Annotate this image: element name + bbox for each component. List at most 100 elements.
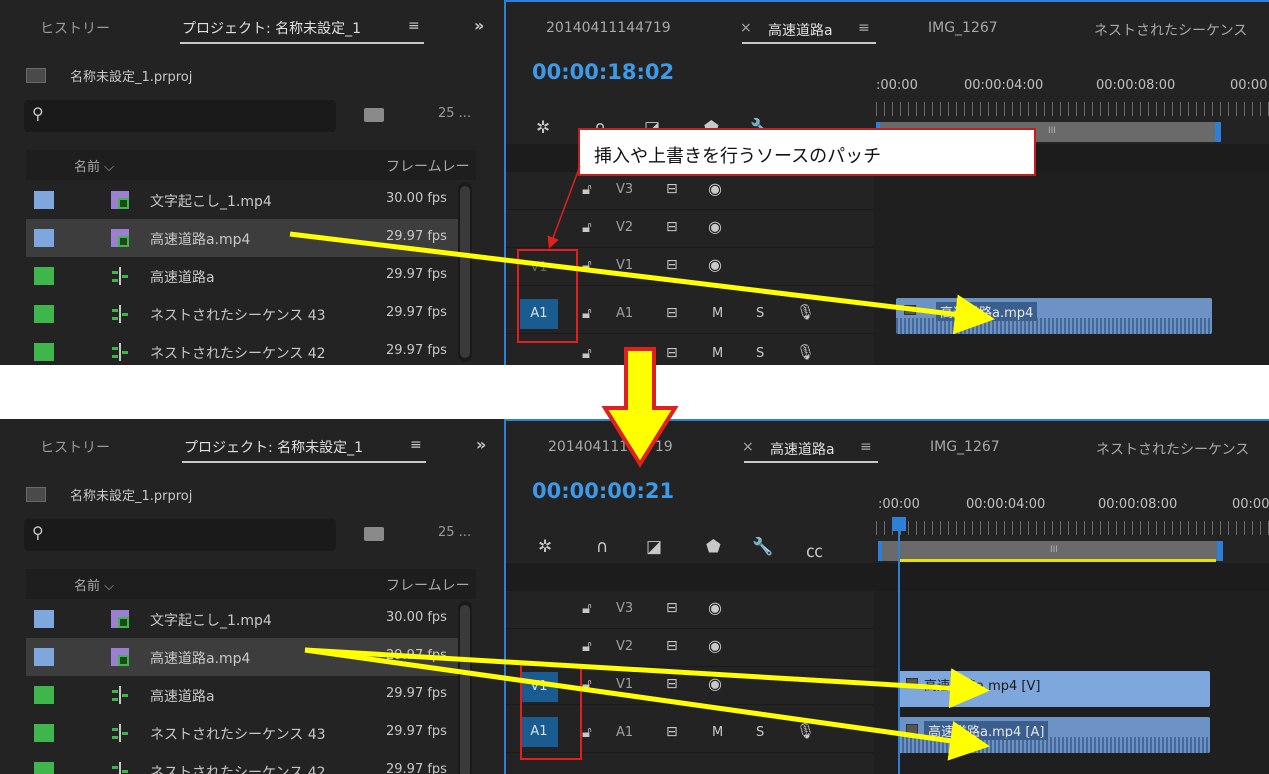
solo-button[interactable]: S xyxy=(756,346,764,361)
mute-button[interactable]: M xyxy=(712,306,723,321)
sync-lock-icon[interactable]: ⊟ xyxy=(666,345,678,361)
list-item[interactable]: 高速道路a 29.97 fps xyxy=(26,676,458,714)
column-name[interactable]: 名前 ⌵ xyxy=(74,575,114,594)
solo-button[interactable]: S xyxy=(756,306,764,321)
nest-icon[interactable]: ✲ xyxy=(536,118,550,138)
eye-icon[interactable]: ◉ xyxy=(708,674,722,693)
time-ruler[interactable] xyxy=(876,521,1269,535)
tab-menu-icon[interactable]: ≡ xyxy=(860,439,872,455)
audio-clip[interactable]: 高速道路a.mp4 xyxy=(896,298,1212,334)
sync-lock-icon[interactable]: ⊟ xyxy=(666,600,678,616)
lock-icon[interactable]: 🔓︎ xyxy=(582,675,592,693)
column-name[interactable]: 名前 ⌵ xyxy=(74,156,114,175)
eye-icon[interactable]: ◉ xyxy=(708,179,722,198)
track-name[interactable]: V3 xyxy=(616,601,633,616)
list-item[interactable]: 高速道路a.mp4 29.97 fps xyxy=(26,219,458,257)
scroll-thumb[interactable] xyxy=(460,605,470,774)
tab-sequence-3[interactable]: IMG_1267 xyxy=(930,439,1000,455)
column-framerate[interactable]: フレームレー xyxy=(386,575,470,595)
list-item[interactable]: 文字起こし_1.mp4 30.00 fps xyxy=(26,181,458,219)
video-clip[interactable]: 高速道路a.mp4 [V] xyxy=(898,671,1210,707)
snap-icon[interactable]: ∩ xyxy=(596,537,608,557)
work-area-grip[interactable]: III xyxy=(1050,545,1058,555)
new-bin-icon[interactable] xyxy=(364,527,384,541)
column-framerate[interactable]: フレームレー xyxy=(386,156,470,176)
track-name[interactable]: A1 xyxy=(616,725,633,740)
list-item[interactable]: ネストされたシーケンス 43 29.97 fps xyxy=(26,295,458,333)
list-item[interactable]: ネストされたシーケンス 42 29.97 fps xyxy=(26,752,458,774)
search-input[interactable]: ⚲ xyxy=(24,100,336,132)
list-item[interactable]: ネストされたシーケンス 42 29.97 fps xyxy=(26,333,458,365)
tab-menu-icon[interactable]: ≡ xyxy=(858,20,870,36)
track-area[interactable]: 高速道路a.mp4 xyxy=(874,172,1269,365)
list-item[interactable]: 高速道路a 29.97 fps xyxy=(26,257,458,295)
track-area[interactable]: 高速道路a.mp4 [V] 高速道路a.mp4 [A] xyxy=(874,591,1269,774)
panel-menu-icon[interactable]: ≡ xyxy=(408,18,420,34)
tab-history[interactable]: ヒストリー xyxy=(40,18,110,38)
scroll-thumb[interactable] xyxy=(460,186,470,358)
scrollbar[interactable] xyxy=(458,182,472,362)
more-panels-icon[interactable]: » xyxy=(476,435,486,454)
tab-sequence-1[interactable]: 20140411144719 xyxy=(546,20,671,36)
timecode[interactable]: 00:00:00:21 xyxy=(532,479,674,503)
close-tab-icon[interactable]: × xyxy=(740,20,752,36)
tab-sequence-2[interactable]: 高速道路a xyxy=(768,20,833,40)
mic-icon[interactable]: 🎙︎ xyxy=(796,722,815,740)
panel-menu-icon[interactable]: ≡ xyxy=(410,437,422,453)
wrench-icon[interactable]: 🔧 xyxy=(752,537,773,557)
more-panels-icon[interactable]: » xyxy=(474,16,484,35)
eye-icon[interactable]: ◉ xyxy=(708,255,722,274)
mute-button[interactable]: M xyxy=(712,346,723,361)
eye-icon[interactable]: ◉ xyxy=(708,636,722,655)
time-ruler[interactable] xyxy=(876,102,1269,116)
list-item[interactable]: 文字起こし_1.mp4 30.00 fps xyxy=(26,600,458,638)
close-tab-icon[interactable]: × xyxy=(742,439,754,455)
sync-lock-icon[interactable]: ⊟ xyxy=(666,181,678,197)
tab-sequence-4[interactable]: ネストされたシーケンス xyxy=(1094,20,1247,40)
tab-project[interactable]: プロジェクト: 名称未設定_1 xyxy=(184,437,363,457)
tab-sequence-1[interactable]: 20140411144719 xyxy=(548,439,673,455)
mic-icon[interactable]: 🎙︎ xyxy=(796,343,815,361)
lock-icon[interactable]: 🔓︎ xyxy=(582,723,592,741)
track-name[interactable]: A1 xyxy=(616,306,633,321)
tab-sequence-4[interactable]: ネストされたシーケンス xyxy=(1096,439,1249,459)
tab-sequence-3[interactable]: IMG_1267 xyxy=(928,20,998,36)
captions-icon[interactable]: ㏄ xyxy=(806,537,823,562)
add-marker-icon[interactable]: ⬟ xyxy=(706,537,721,557)
linked-selection-icon[interactable]: ◪ xyxy=(646,537,662,557)
timecode[interactable]: 00:00:18:02 xyxy=(532,60,674,84)
sync-lock-icon[interactable]: ⊟ xyxy=(666,257,678,273)
tab-history[interactable]: ヒストリー xyxy=(40,437,110,457)
lock-icon[interactable]: 🔓︎ xyxy=(582,344,592,362)
mute-button[interactable]: M xyxy=(712,725,723,740)
lock-icon[interactable]: 🔓︎ xyxy=(582,599,592,617)
list-item[interactable]: 高速道路a.mp4 29.97 fps xyxy=(26,638,458,676)
sync-lock-icon[interactable]: ⊟ xyxy=(666,219,678,235)
sync-lock-icon[interactable]: ⊟ xyxy=(666,724,678,740)
new-bin-icon[interactable] xyxy=(364,108,384,122)
lock-icon[interactable]: 🔓︎ xyxy=(582,637,592,655)
mic-icon[interactable]: 🎙︎ xyxy=(796,303,815,321)
work-area-bar[interactable]: III xyxy=(878,541,1223,561)
sync-lock-icon[interactable]: ⊟ xyxy=(666,305,678,321)
solo-button[interactable]: S xyxy=(756,725,764,740)
track-name[interactable]: V3 xyxy=(616,182,633,197)
work-area-grip[interactable]: III xyxy=(1048,126,1056,136)
tab-sequence-2[interactable]: 高速道路a xyxy=(770,439,835,459)
audio-clip[interactable]: 高速道路a.mp4 [A] xyxy=(898,717,1210,753)
sync-lock-icon[interactable]: ⊟ xyxy=(666,676,678,692)
tab-project[interactable]: プロジェクト: 名称未設定_1 xyxy=(182,18,361,38)
track-name[interactable]: V2 xyxy=(616,639,633,654)
track-name[interactable]: V1 xyxy=(616,677,633,692)
lock-icon[interactable]: 🔓︎ xyxy=(582,218,592,236)
list-item[interactable]: ネストされたシーケンス 43 29.97 fps xyxy=(26,714,458,752)
playhead[interactable] xyxy=(898,517,900,774)
scrollbar[interactable] xyxy=(458,601,472,774)
lock-icon[interactable]: 🔓︎ xyxy=(582,180,592,198)
playhead-handle[interactable] xyxy=(892,517,906,531)
lock-icon[interactable]: 🔓︎ xyxy=(582,304,592,322)
lock-icon[interactable]: 🔓︎ xyxy=(582,256,592,274)
eye-icon[interactable]: ◉ xyxy=(708,598,722,617)
sync-lock-icon[interactable]: ⊟ xyxy=(666,638,678,654)
search-input[interactable]: ⚲ xyxy=(24,519,336,551)
